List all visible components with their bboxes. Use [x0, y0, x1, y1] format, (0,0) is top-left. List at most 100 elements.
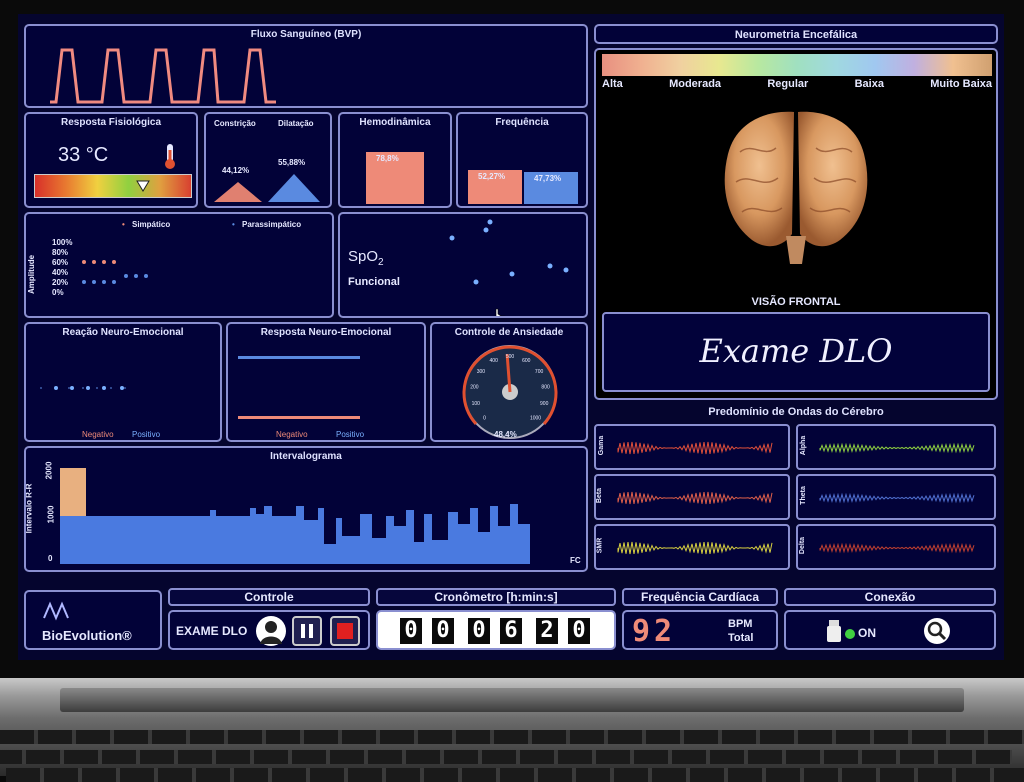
exam-mode-label: EXAME DLO	[176, 624, 248, 638]
cursor-hand-icon	[495, 308, 506, 316]
scale-muito-baixa: Muito Baixa	[930, 78, 992, 90]
rr-tick: 1000	[46, 505, 56, 524]
keyboard-row	[0, 750, 1012, 764]
ondas-right-column: Alpha Theta Delta	[796, 424, 996, 572]
conexao-panel: ON	[784, 610, 996, 650]
neurometria-panel: Alta Moderada Regular Baixa Muito Baixa …	[594, 48, 998, 400]
bvp-panel: Fluxo Sanguíneo (BVP)	[24, 24, 588, 108]
rr-bars	[60, 504, 530, 564]
wave-cell-beta: Beta	[594, 474, 790, 520]
connection-status-icon	[845, 629, 855, 639]
heart-rate-value: 92	[632, 614, 677, 649]
intervalograma-panel: Intervalograma Intervalo R-R 2000 1000 0…	[24, 446, 588, 572]
exam-box: Exame DLO	[602, 312, 990, 392]
gauge-tick-label: 1000	[530, 416, 541, 422]
rr-axis-label: Intervalo R-R	[24, 483, 34, 534]
usb-device-icon	[827, 620, 841, 642]
amplitude-axis-label: Amplitude	[27, 254, 37, 295]
keyboard-row	[6, 768, 1024, 782]
legend-simpatico: Simpático	[132, 220, 171, 229]
dilatacao-value: 55,88%	[278, 158, 306, 167]
thermometer-icon	[165, 144, 175, 169]
gauge-tick-label: 600	[522, 358, 531, 364]
ondas-title: Predomínio de Ondas do Cérebro	[708, 406, 884, 418]
brain-image	[724, 111, 868, 264]
keyboard-row	[0, 730, 1024, 744]
gauge-tick-label: 0	[483, 416, 486, 422]
search-icon	[927, 621, 947, 641]
timer-digit: 0	[400, 618, 422, 644]
scale-baixa: Baixa	[854, 78, 884, 90]
intervalograma-title: Intervalograma	[270, 451, 342, 462]
bioevolution-logo-icon	[43, 601, 69, 621]
search-button[interactable]	[924, 618, 950, 644]
wave-trace	[819, 492, 975, 504]
cronometro-panel: 0 0 0 6 2 0	[376, 610, 616, 650]
wave-label: Gama	[598, 435, 606, 456]
brand-panel: BioEvolution®	[24, 590, 162, 650]
gauge-tick-label: 200	[470, 384, 479, 390]
neurometria-title-bar: Neurometria Encefálica	[594, 24, 998, 44]
scale-alta: Alta	[602, 78, 623, 90]
wave-label: Theta	[799, 486, 807, 505]
timer-digit: 2	[536, 618, 558, 644]
simpatico-marker: •	[122, 220, 125, 229]
pause-button[interactable]	[292, 616, 322, 646]
freq-title: Frequência	[495, 117, 549, 128]
wave-trace	[819, 442, 975, 454]
anxiety-gauge: 0 100 200 300 400 500 600 700 800 900 1000	[462, 345, 558, 439]
stop-icon	[337, 623, 353, 639]
timer-digit: 0	[432, 618, 454, 644]
wave-label: Delta	[799, 536, 807, 555]
rr-tick: 2000	[44, 461, 54, 480]
wave-cell-gama: Gama	[594, 424, 790, 470]
wave-cell-theta: Theta	[796, 474, 996, 520]
ansiedade-panel: Controle de Ansiedade 0 100 200 300 400 500 60…	[430, 322, 588, 442]
autonomo-panel: • Simpático • Parassimpático Amplitude 1…	[24, 212, 334, 318]
gauge-tick-label: 500	[506, 354, 515, 360]
neurometria-title: Neurometria Encefálica	[734, 29, 858, 41]
ansiedade-value: 48,4%	[494, 430, 517, 439]
reacao-points	[40, 386, 130, 390]
wave-label: Alpha	[800, 435, 808, 456]
gauge-tick-label: 700	[535, 369, 544, 375]
reacao-positivo: Positivo	[132, 430, 161, 439]
temperature-value: 33 °C	[58, 144, 109, 166]
cronometro-title: Cronômetro [h:min:s]	[434, 590, 558, 604]
fc-axis-label: FC	[570, 556, 581, 565]
fc-title-bar: Frequência Cardíaca	[622, 588, 778, 606]
wave-label: SMR	[596, 537, 604, 554]
rr-tick: 0	[48, 554, 53, 563]
temperature-gradient-bar	[34, 174, 192, 198]
resposta-line-negative	[238, 416, 360, 419]
neurometria-color-scale	[602, 54, 992, 76]
timer-digit: 0	[568, 618, 590, 644]
dilatacao-label: Dilatação	[278, 119, 314, 128]
pause-icon	[301, 624, 313, 638]
bpm-unit: BPM	[728, 618, 753, 630]
conexao-title-bar: Conexão	[784, 588, 996, 606]
legend-parassimpatico: Parassimpático	[242, 220, 302, 229]
reacao-panel: Reação Neuro-Emocional Negativo Positivo	[24, 322, 222, 442]
resposta-neuro-title: Resposta Neuro-Emocional	[260, 327, 392, 338]
exam-name: Exame DLO	[699, 332, 893, 370]
hemo-title: Hemodinâmica	[359, 117, 431, 128]
stop-button[interactable]	[330, 616, 360, 646]
wave-trace	[617, 491, 773, 505]
fc-panel: 92 BPM Total	[622, 610, 778, 650]
conexao-title: Conexão	[864, 590, 916, 604]
resposta-title: Resposta Fisiológica	[60, 117, 162, 128]
constricao-label: Constrição	[214, 119, 256, 128]
resposta-neuro-panel: Resposta Neuro-Emocional Negativo Positi…	[226, 322, 426, 442]
wave-cell-delta: Delta	[796, 524, 996, 570]
constricao-cones	[214, 174, 320, 202]
resposta-positivo: Positivo	[336, 430, 365, 439]
connection-status: ON	[858, 626, 876, 640]
autonomo-points	[82, 260, 148, 284]
temperature-marker-icon	[136, 180, 150, 192]
gauge-tick-label: 100	[472, 401, 481, 407]
laptop-hinge	[60, 688, 964, 712]
spo2-scatter	[449, 219, 569, 285]
cronometro-title-bar: Cronômetro [h:min:s]	[376, 588, 616, 606]
user-button[interactable]	[256, 616, 286, 646]
